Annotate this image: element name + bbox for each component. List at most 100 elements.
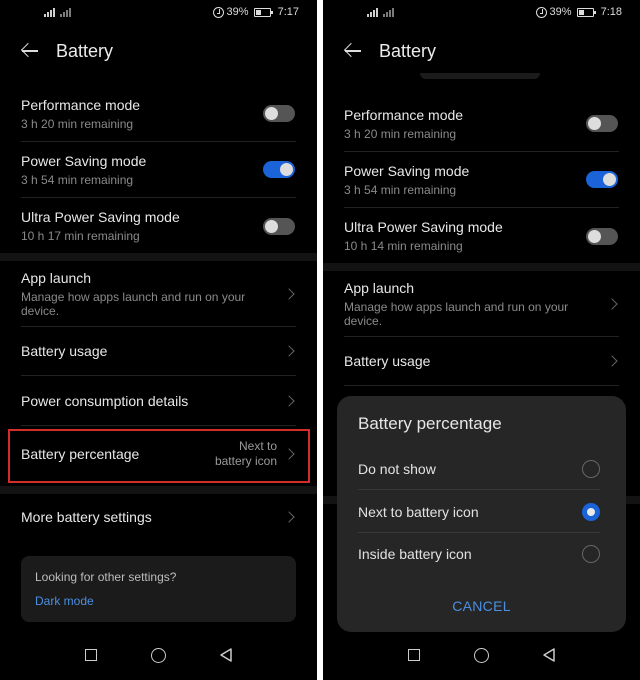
row-subtitle: Manage how apps launch and run on your d… [21,289,246,318]
alarm-icon [212,6,224,18]
row-subtitle: 10 h 14 min remaining [344,239,463,253]
mode-list: Performance mode 3 h 20 min remaining Pow… [323,96,640,264]
row-title: More battery settings [21,509,152,525]
row-title: Battery usage [21,343,108,359]
cancel-button[interactable]: CANCEL [337,598,626,614]
performance-mode-toggle[interactable] [263,105,295,122]
screen-battery-settings: 39% 7:17 Battery Performance mode 3 h 20 … [0,0,317,680]
suggestion-question: Looking for other settings? [35,570,177,584]
battery-percentage-dialog: Battery percentage Do not show Next to b… [337,396,626,632]
radio-unselected-icon[interactable] [582,545,600,563]
chevron-right-icon [283,511,295,523]
clock: 7:18 [600,6,622,18]
status-bar: 39% 7:17 [0,0,317,26]
settings-list: App launch Manage how apps launch and run… [323,271,640,386]
ultra-power-saving-mode-toggle[interactable] [586,227,618,245]
chevron-right-icon [283,287,295,300]
power-saving-mode-toggle[interactable] [586,171,618,188]
toggle-knob [280,163,293,176]
row-subtitle: 3 h 54 min remaining [344,182,457,197]
row-title: Power Saving mode [344,162,470,179]
row-title: Power consumption details [21,392,189,409]
option-label: Inside battery icon [358,546,472,562]
row-title: Performance mode [344,106,464,123]
signal-sim1-icon [367,8,378,17]
row-subtitle: Manage how apps launch and run on your d… [344,299,569,328]
toggle-knob [588,229,601,243]
chevron-right-icon [606,297,618,310]
power-saving-mode-row[interactable]: Power Saving mode 3 h 54 min remaining [21,142,296,198]
signal-sim1-icon [44,8,55,17]
back-arrow-icon[interactable] [343,40,365,62]
dark-mode-link[interactable]: Dark mode [35,594,282,608]
row-title: Battery usage [344,353,431,369]
home-circle-icon[interactable] [474,648,489,663]
back-triangle-icon[interactable] [218,647,234,663]
app-launch-row[interactable]: App launch Manage how apps launch and run… [21,261,296,327]
signal-icons [44,8,71,17]
section-divider [0,486,317,494]
home-circle-icon[interactable] [151,648,166,663]
toggle-knob [265,219,278,233]
performance-mode-row[interactable]: Performance mode 3 h 20 min remaining [344,96,619,152]
toggle-knob [603,173,616,186]
ultra-power-saving-mode-toggle[interactable] [263,217,295,235]
power-saving-mode-toggle[interactable] [263,161,295,178]
page-title: Battery [56,40,114,61]
chevron-right-icon [283,394,295,407]
row-title: Power Saving mode [21,152,147,169]
row-subtitle: 10 h 17 min remaining [21,229,140,243]
app-bar: Battery [0,32,317,70]
status-bar: 39% 7:18 [323,0,640,26]
battery-percent-text: 39% [549,6,572,18]
back-arrow-icon[interactable] [20,40,42,62]
battery-icon [576,7,596,17]
more-settings-list: More battery settings [0,494,317,540]
signal-sim2-icon [60,8,71,17]
navigation-bar [0,636,317,680]
scrolled-card-edge [420,73,540,79]
power-consumption-details-row[interactable]: Power consumption details [21,376,296,426]
power-saving-mode-row[interactable]: Power Saving mode 3 h 54 min remaining [344,152,619,208]
recents-square-icon[interactable] [85,649,97,661]
page-title: Battery [379,40,437,61]
row-subtitle: 3 h 20 min remaining [344,126,457,141]
option-label: Next to battery icon [358,503,479,520]
screen-battery-percentage-dialog: 39% 7:18 Battery Performance mode 3 h 20 … [323,0,640,680]
row-title: Performance mode [21,96,141,113]
performance-mode-row[interactable]: Performance mode 3 h 20 min remaining [21,86,296,142]
app-bar: Battery [323,32,640,70]
ultra-power-saving-mode-row[interactable]: Ultra Power Saving mode 10 h 17 min remai… [21,198,296,254]
row-title: Ultra Power Saving mode [344,219,503,235]
battery-percent-text: 39% [226,6,249,18]
ultra-power-saving-mode-row[interactable]: Ultra Power Saving mode 10 h 14 min remai… [344,208,619,264]
row-title: App launch [344,279,415,296]
row-title: Ultra Power Saving mode [21,209,180,225]
clock: 7:17 [277,6,299,18]
chevron-right-icon [606,355,618,367]
toggle-knob [588,117,601,130]
mode-list: Performance mode 3 h 20 min remaining Pow… [0,86,317,254]
radio-unselected-icon[interactable] [582,459,600,478]
option-next-to-battery-icon[interactable]: Next to battery icon [358,491,600,533]
section-divider [323,263,640,271]
row-subtitle: 3 h 20 min remaining [21,116,134,131]
option-label: Do not show [358,460,436,477]
performance-mode-toggle[interactable] [586,115,618,132]
option-do-not-show[interactable]: Do not show [358,448,600,490]
row-title: App launch [21,269,92,286]
back-triangle-icon[interactable] [541,647,557,663]
recents-square-icon[interactable] [408,649,420,661]
more-battery-settings-row[interactable]: More battery settings [21,494,296,540]
option-inside-battery-icon[interactable]: Inside battery icon [358,533,600,575]
app-launch-row[interactable]: App launch Manage how apps launch and run… [344,271,619,337]
battery-usage-row[interactable]: Battery usage [21,327,296,376]
battery-icon [253,7,273,17]
alarm-icon [535,6,547,18]
battery-usage-row[interactable]: Battery usage [344,337,619,386]
signal-sim2-icon [383,8,394,17]
radio-selected-icon[interactable] [582,502,600,521]
dialog-title: Battery percentage [358,414,502,433]
toggle-knob [265,107,278,120]
annotation-highlight-box [8,429,310,483]
